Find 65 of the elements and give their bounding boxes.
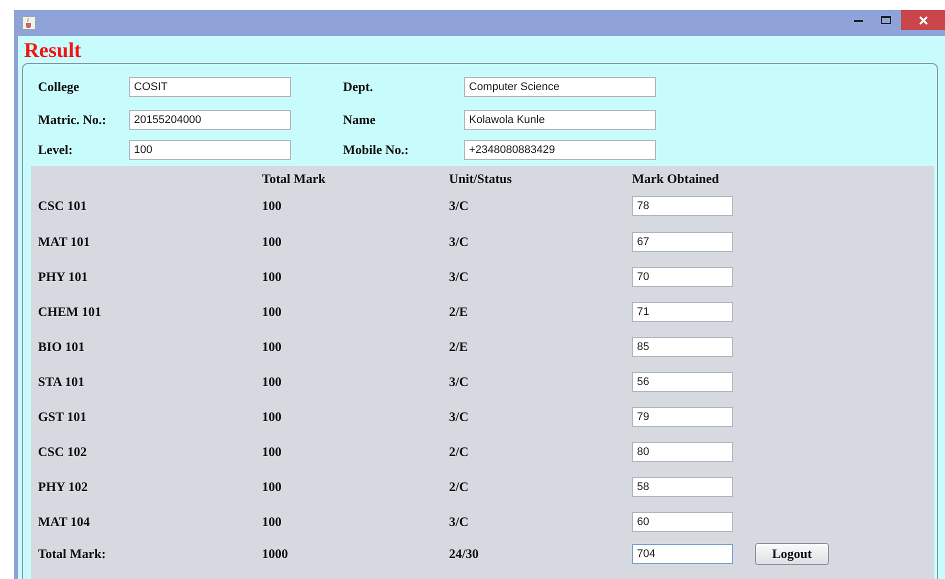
field-label: Mobile No.: — [343, 142, 409, 158]
result-heading: Result — [23, 38, 82, 62]
mark-field[interactable]: 71 — [632, 302, 733, 322]
table-cell-text: 2/E — [449, 304, 469, 320]
table-cell-text: 2/C — [449, 444, 470, 460]
text-field[interactable]: Kolawola Kunle — [464, 110, 656, 130]
table-cell-text: 1000 — [262, 546, 289, 562]
course-code: PHY 102 — [38, 478, 89, 494]
table-cell-text: 3/C — [449, 514, 470, 530]
field-label: Name — [343, 112, 376, 128]
column-header: Unit/Status — [449, 171, 513, 187]
course-code: PHY 101 — [38, 268, 89, 284]
text-field[interactable]: Computer Science — [464, 77, 656, 97]
field-label: Level: — [38, 142, 73, 158]
table-cell-text: 3/C — [449, 234, 470, 250]
mark-field[interactable]: 60 — [632, 512, 733, 532]
mark-field[interactable]: 70 — [632, 266, 733, 286]
maximize-icon — [881, 16, 891, 24]
text-field[interactable]: COSIT — [129, 77, 291, 97]
table-cell-text: 100 — [262, 444, 282, 460]
close-icon — [918, 16, 928, 24]
table-cell-text: 24/30 — [449, 546, 480, 562]
field-label: Dept. — [343, 79, 373, 95]
table-cell-text: 3/C — [449, 198, 470, 214]
mark-field[interactable]: 78 — [632, 196, 733, 216]
field-label: College — [38, 79, 80, 95]
field-label: Matric. No.: — [38, 112, 106, 128]
table-cell-text: 100 — [262, 268, 282, 284]
table-cell-text: 100 — [262, 234, 282, 250]
minimize-icon — [854, 18, 862, 22]
mark-field[interactable]: 67 — [632, 232, 733, 252]
close-button[interactable] — [901, 10, 945, 30]
text-field[interactable]: 20155204000 — [129, 110, 291, 130]
course-code: BIO 101 — [38, 338, 86, 354]
mark-field[interactable]: 80 — [632, 442, 733, 462]
table-cell-text: 100 — [262, 198, 282, 214]
text-field[interactable]: +2348080883429 — [464, 140, 656, 160]
table-cell-text: 100 — [262, 338, 282, 354]
table-cell-text: 3/C — [449, 268, 470, 284]
mark-field[interactable]: 56 — [632, 372, 733, 392]
course-code: CSC 101 — [38, 198, 88, 214]
text-field[interactable]: 100 — [129, 140, 291, 160]
total-mark-field[interactable]: 704 — [632, 544, 733, 564]
course-code: MAT 101 — [38, 234, 91, 250]
course-code: STA 101 — [38, 374, 86, 390]
table-cell-text: 100 — [262, 478, 282, 494]
table-cell-text: 3/C — [449, 374, 470, 390]
course-code: GST 101 — [38, 408, 88, 424]
mark-field[interactable]: 85 — [632, 336, 733, 356]
mark-field[interactable]: 79 — [632, 406, 733, 426]
table-cell-text: 100 — [262, 408, 282, 424]
table-cell-text: 100 — [262, 304, 282, 320]
table-cell-text: 3/C — [449, 408, 470, 424]
table-cell-text: 2/E — [449, 338, 469, 354]
course-code: CHEM 101 — [38, 304, 102, 320]
table-cell-text: 100 — [262, 514, 282, 530]
mark-field[interactable]: 58 — [632, 476, 733, 496]
course-code: MAT 104 — [38, 514, 91, 530]
total-label: Total Mark: — [38, 546, 107, 562]
logout-button[interactable]: Logout — [755, 543, 829, 565]
course-code: CSC 102 — [38, 444, 88, 460]
column-header: Total Mark — [262, 171, 326, 187]
table-cell-text: 2/C — [449, 478, 470, 494]
table-cell-text: 100 — [262, 374, 282, 390]
column-header: Mark Obtained — [632, 171, 720, 187]
